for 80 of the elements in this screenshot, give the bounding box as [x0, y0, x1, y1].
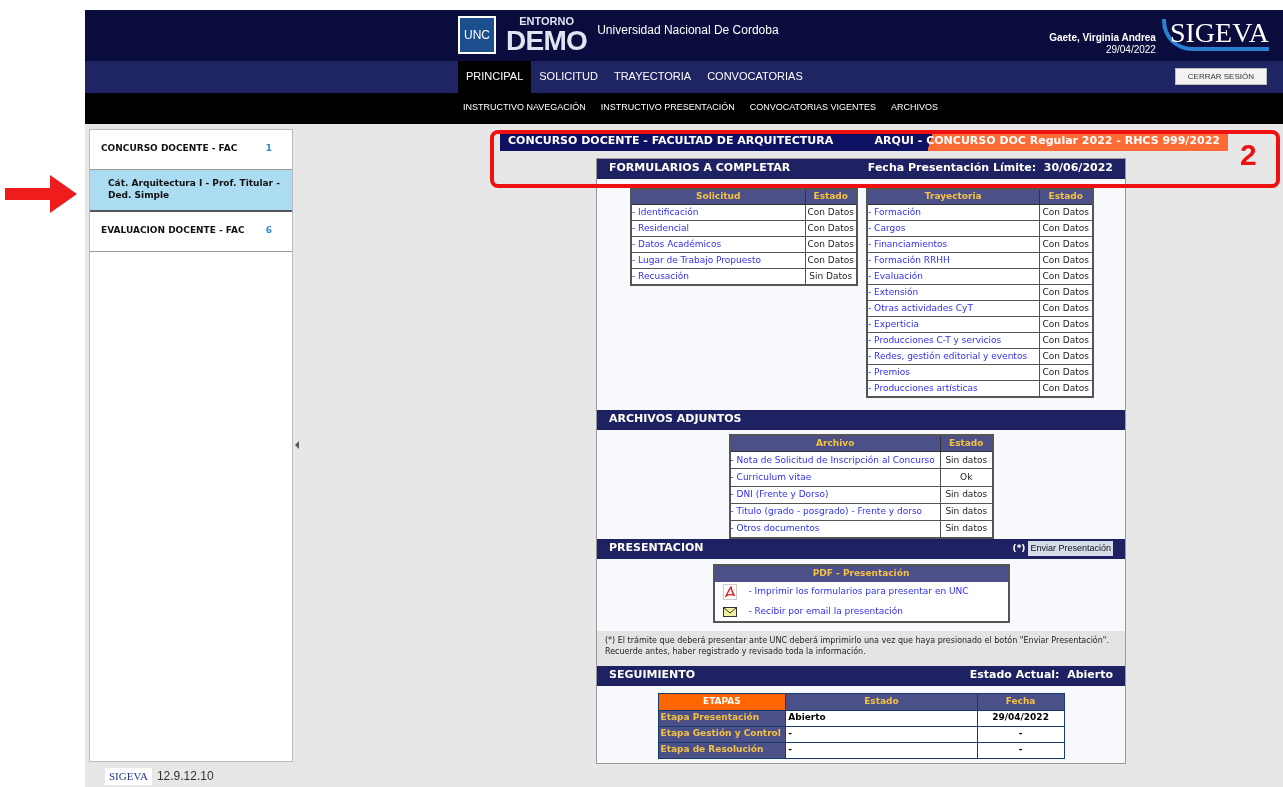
session-date: 29/04/2022: [1105, 44, 1156, 57]
item-count: 6: [265, 224, 272, 238]
form-link[interactable]: - Cargos: [868, 222, 906, 233]
form-link[interactable]: - Recusación: [632, 270, 689, 281]
column-header: Archivo: [729, 434, 941, 452]
sigeva-small-logo: SIGEVA: [105, 768, 152, 785]
logout-button[interactable]: CERRAR SESIÓN: [1174, 68, 1267, 85]
form-link[interactable]: - Formación: [868, 206, 921, 217]
form-link[interactable]: - Lugar de Trabajo Propuesto: [632, 254, 761, 265]
column-header: Solicitud: [631, 188, 805, 205]
column-header: Estado: [1039, 188, 1093, 205]
pdf-icon: [722, 583, 737, 600]
university-name: Universidad Nacional De Cordoba: [597, 22, 779, 40]
column-header: Fecha: [977, 693, 1064, 711]
subnav-link[interactable]: CONVOCATORIAS VIGENTES: [749, 101, 876, 115]
environment-name: DEMO: [506, 26, 588, 55]
form-link[interactable]: - Otras actividades CyT: [868, 302, 973, 313]
section-title: FORMULARIOS A COMPLETAR: [609, 160, 791, 177]
form-link[interactable]: - Financiamientos: [868, 238, 948, 249]
annotation-number: 2: [1240, 140, 1257, 170]
form-link[interactable]: - Curriculum vitae: [730, 471, 812, 482]
table-cell: -: [785, 726, 978, 743]
subnav-link[interactable]: ARCHIVOS: [890, 101, 938, 115]
form-link[interactable]: - Redes, gestión editorial y eventos: [868, 350, 1028, 361]
sidebar-item[interactable]: EVALUACION DOCENTE - FAC 6: [90, 211, 292, 252]
form-link[interactable]: - Producciones artísticas: [868, 382, 978, 393]
current-state-label: Estado Actual: Abierto: [969, 667, 1113, 684]
footnote-text: (*) El trámite que deberá presentar ante UNC deberá imprimirlo una vez que haya presionado el botón "Enviar Presentación". Recuerde antes, haber registrado y revisado toda la información.: [597, 630, 1125, 666]
column-header: Estado: [785, 693, 978, 711]
form-link[interactable]: - Nota de Solicitud de Inscripción al Concurso: [730, 454, 935, 465]
envelope-icon: [722, 606, 737, 617]
sigeva-logo: SIGEVA: [1161, 19, 1269, 52]
table-cell: Abierto: [785, 710, 978, 727]
column-header: ETAPAS: [658, 693, 786, 711]
form-link[interactable]: - DNI (Frente y Dorso): [730, 488, 829, 499]
form-link[interactable]: - Residencial: [632, 222, 690, 233]
unc-logo: UNC: [458, 16, 496, 55]
column-header: Estado: [940, 434, 993, 452]
form-link[interactable]: - Formación RRHH: [868, 254, 950, 265]
presentation-link[interactable]: - Recibir por email la presentación: [748, 604, 903, 619]
form-link[interactable]: - Producciones C-T y servicios: [868, 334, 1002, 345]
item-count: 1: [265, 142, 272, 156]
form-link[interactable]: - Otros documentos: [730, 523, 820, 533]
user-name: Gaete, Virginia Andrea: [1049, 31, 1156, 45]
section-title: ARCHIVOS ADJUNTOS: [609, 411, 742, 428]
section-title: SEGUIMIENTO: [609, 667, 696, 684]
table-cell: -: [977, 742, 1064, 759]
nav-tab[interactable]: SOLICITUD: [531, 60, 606, 93]
nav-tab[interactable]: TRAYECTORIA: [605, 60, 700, 93]
column-header: Estado: [805, 188, 857, 205]
sidebar-item-label: EVALUACION DOCENTE - FAC: [101, 224, 245, 238]
send-presentation-button[interactable]: Enviar Presentación: [1028, 541, 1113, 557]
form-link[interactable]: - Extensión: [868, 286, 919, 297]
version-number: 12.9.12.10: [156, 768, 214, 786]
nav-tab[interactable]: CONVOCATORIAS: [699, 60, 811, 93]
table-cell: -: [977, 726, 1064, 743]
subnav-link[interactable]: INSTRUCTIVO NAVEGACIÓN: [463, 101, 586, 115]
subnav-link[interactable]: INSTRUCTIVO PRESENTACIÓN: [600, 101, 735, 115]
section-title: PRESENTACION: [609, 540, 704, 557]
form-link[interactable]: - Experticia: [868, 318, 920, 329]
collapse-icon[interactable]: [295, 441, 299, 450]
sidebar-item-label: CONCURSO DOCENTE - FAC: [101, 142, 238, 156]
presentation-link[interactable]: - Imprimir los formularios para presentar en UNC: [748, 584, 969, 599]
form-link[interactable]: - Datos Académicos: [632, 238, 722, 249]
table-cell: 29/04/2022: [977, 710, 1064, 727]
contest-title: CONCURSO DOCENTE - FACULTAD DE ARQUITECTURA: [508, 133, 834, 150]
environment-label: ENTORNO: [518, 15, 575, 27]
sidebar-subitem[interactable]: Cát. Arquitectura I - Prof. Titular - Ded. Simple: [90, 169, 292, 212]
pointer-arrow: [5, 175, 77, 213]
asterisk-note: (*): [1012, 541, 1026, 555]
deadline-label: Fecha Presentación Límite: 30/06/2022: [867, 160, 1113, 177]
column-header: Trayectoria: [867, 188, 1039, 205]
form-link[interactable]: - Titulo (grado - posgrado) - Frente y dorso: [730, 506, 923, 517]
table-cell: -: [785, 742, 978, 759]
nav-tab[interactable]: PRINCIPAL: [458, 60, 532, 93]
box-title: PDF - Presentación: [714, 565, 1008, 582]
form-link[interactable]: - Premios: [868, 366, 910, 377]
form-link[interactable]: - Evaluación: [868, 270, 923, 281]
form-link[interactable]: - Identificación: [632, 206, 699, 217]
sidebar-item[interactable]: CONCURSO DOCENTE - FAC 1: [90, 129, 292, 170]
